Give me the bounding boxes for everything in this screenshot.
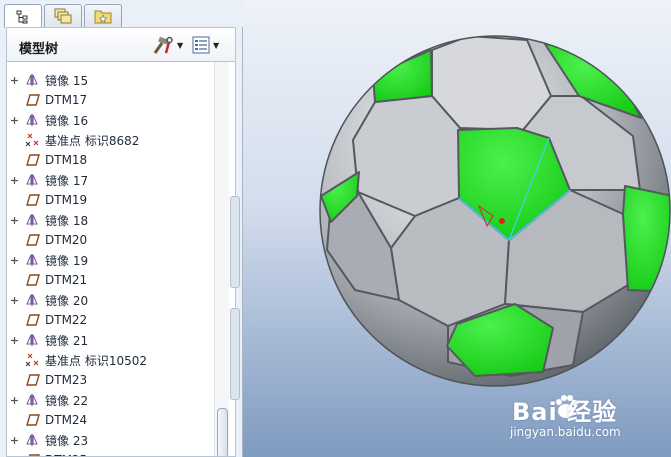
tree-row-datum-plane[interactable]: DTM21 [7,270,207,290]
mirror-icon [26,254,38,266]
tree-scrollbar-thumb[interactable] [217,408,228,456]
tree-row-label: 镜像 21 [45,333,89,348]
tree-row-label: DTM24 [45,413,88,427]
expand-plus-icon[interactable] [10,176,19,185]
graphics-viewport[interactable]: Bai 经验 jingyan.baidu.com [243,0,671,457]
expand-plus-icon[interactable] [10,336,19,345]
model-tree-toolbar: 模型树 ▼ ▼ [6,27,236,61]
tree-row-datum-plane[interactable]: DTM18 [7,150,207,170]
tree-row-label: 镜像 18 [45,213,89,228]
tree-row-label: DTM22 [45,313,88,327]
settings-tools-icon [153,36,173,54]
layers-tab[interactable] [44,4,82,27]
expand-plus-icon[interactable] [10,76,19,85]
green-pentagon [622,185,670,293]
model-tree-tab[interactable] [4,4,42,28]
chevron-down-icon: ▼ [177,40,184,50]
datum-plane-icon [26,234,40,246]
expand-plus-icon[interactable] [10,256,19,265]
tree-row-label: DTM17 [45,93,88,107]
mirror-icon [26,114,38,126]
folder-tab[interactable] [84,4,122,27]
tree-row-label: DTM25 [45,453,87,456]
tree-row-label: 镜像 23 [45,433,89,448]
tree-row-datum-plane[interactable]: DTM22 [7,310,207,330]
tree-row-datum-point[interactable]: 基准点 标识8682 [7,130,207,150]
tree-row-datum-plane[interactable]: DTM20 [7,230,207,250]
tree-row-label: 镜像 17 [45,173,89,188]
tree-row-label: 基准点 标识8682 [45,133,140,148]
tree-scrollbar[interactable] [214,62,229,456]
folder-icon [94,10,112,24]
tree-row-mirror[interactable]: 镜像 22 [7,390,207,410]
mirror-icon [26,214,38,226]
tree-row-label: 镜像 20 [45,293,89,308]
mirror-icon [26,294,38,306]
tree-row-label: DTM18 [45,153,88,167]
tree-row-label: DTM20 [45,233,88,247]
datum-plane-icon [26,314,40,326]
tree-row-label: DTM21 [45,273,88,287]
tree-row-datum-plane[interactable]: DTM23 [7,370,207,390]
mirror-icon [26,74,38,86]
tree-row-label: 镜像 15 [45,73,89,88]
tree-row-label: DTM23 [45,373,88,387]
datum-point-icon [25,353,39,367]
tree-row-mirror[interactable]: 镜像 15 [7,70,207,90]
soccer-ball-model[interactable] [243,0,671,457]
tree-row-datum-plane[interactable]: DTM24 [7,410,207,430]
layers-icon [54,8,72,24]
tree-row-datum-plane[interactable]: DTM25 [7,450,207,456]
watermark-logo-text: Bai 经验 [512,398,618,426]
green-pentagon [372,49,433,103]
tree-row-label: 镜像 16 [45,113,89,128]
settings-button[interactable]: ▼ [152,35,183,55]
tree-row-label: 镜像 22 [45,393,89,408]
datum-plane-icon [26,274,40,286]
watermark-url: jingyan.baidu.com [510,425,621,439]
mirror-icon [26,434,38,446]
navigator-tabstrip [0,0,243,28]
tree-icon [16,10,28,23]
expand-plus-icon[interactable] [10,216,19,225]
sash-grip-bottom[interactable] [230,308,240,400]
tree-row-datum-point[interactable]: 基准点 标识10502 [7,350,207,370]
tree-row-label: DTM19 [45,193,88,207]
navigator-panel: 模型树 ▼ ▼ 镜像 15 DTM17 镜像 16 基准点 标识8682 DTM18 镜像… [0,0,243,457]
tree-row-mirror[interactable]: 镜像 16 [7,110,207,130]
mirror-icon [26,394,38,406]
mirror-icon [26,174,38,186]
tree-row-mirror[interactable]: 镜像 21 [7,330,207,350]
expand-plus-icon[interactable] [10,396,19,405]
datum-plane-icon [26,194,40,206]
tree-row-mirror[interactable]: 镜像 18 [7,210,207,230]
tree-row-datum-plane[interactable]: DTM17 [7,90,207,110]
model-tree: 镜像 15 DTM17 镜像 16 基准点 标识8682 DTM18 镜像 17 DTM19… [6,61,236,457]
mirror-icon [26,334,38,346]
datum-plane-icon [26,414,40,426]
datum-point-icon [25,133,39,147]
datum-plane-icon [26,374,40,386]
expand-plus-icon[interactable] [10,436,19,445]
expand-plus-icon[interactable] [10,296,19,305]
tree-row-mirror[interactable]: 镜像 20 [7,290,207,310]
tree-row-label: 镜像 19 [45,253,89,268]
tree-row-mirror[interactable]: 镜像 17 [7,170,207,190]
datum-plane-icon [26,154,40,166]
panel-title: 模型树 [19,42,59,57]
tree-view-list-icon [192,36,210,54]
tree-row-label: 基准点 标识10502 [45,353,147,368]
tree-row-mirror[interactable]: 镜像 19 [7,250,207,270]
datum-point-marker [499,218,505,224]
chevron-down-icon: ▼ [213,40,220,50]
datum-plane-icon [26,94,40,106]
datum-plane-icon [28,454,40,456]
tree-row-mirror[interactable]: 镜像 23 [7,430,207,450]
panel-resize-sash[interactable] [228,196,240,406]
show-button[interactable]: ▼ [192,35,219,55]
sash-grip-top[interactable] [230,196,240,288]
tree-row-datum-plane[interactable]: DTM19 [7,190,207,210]
expand-plus-icon[interactable] [10,116,19,125]
